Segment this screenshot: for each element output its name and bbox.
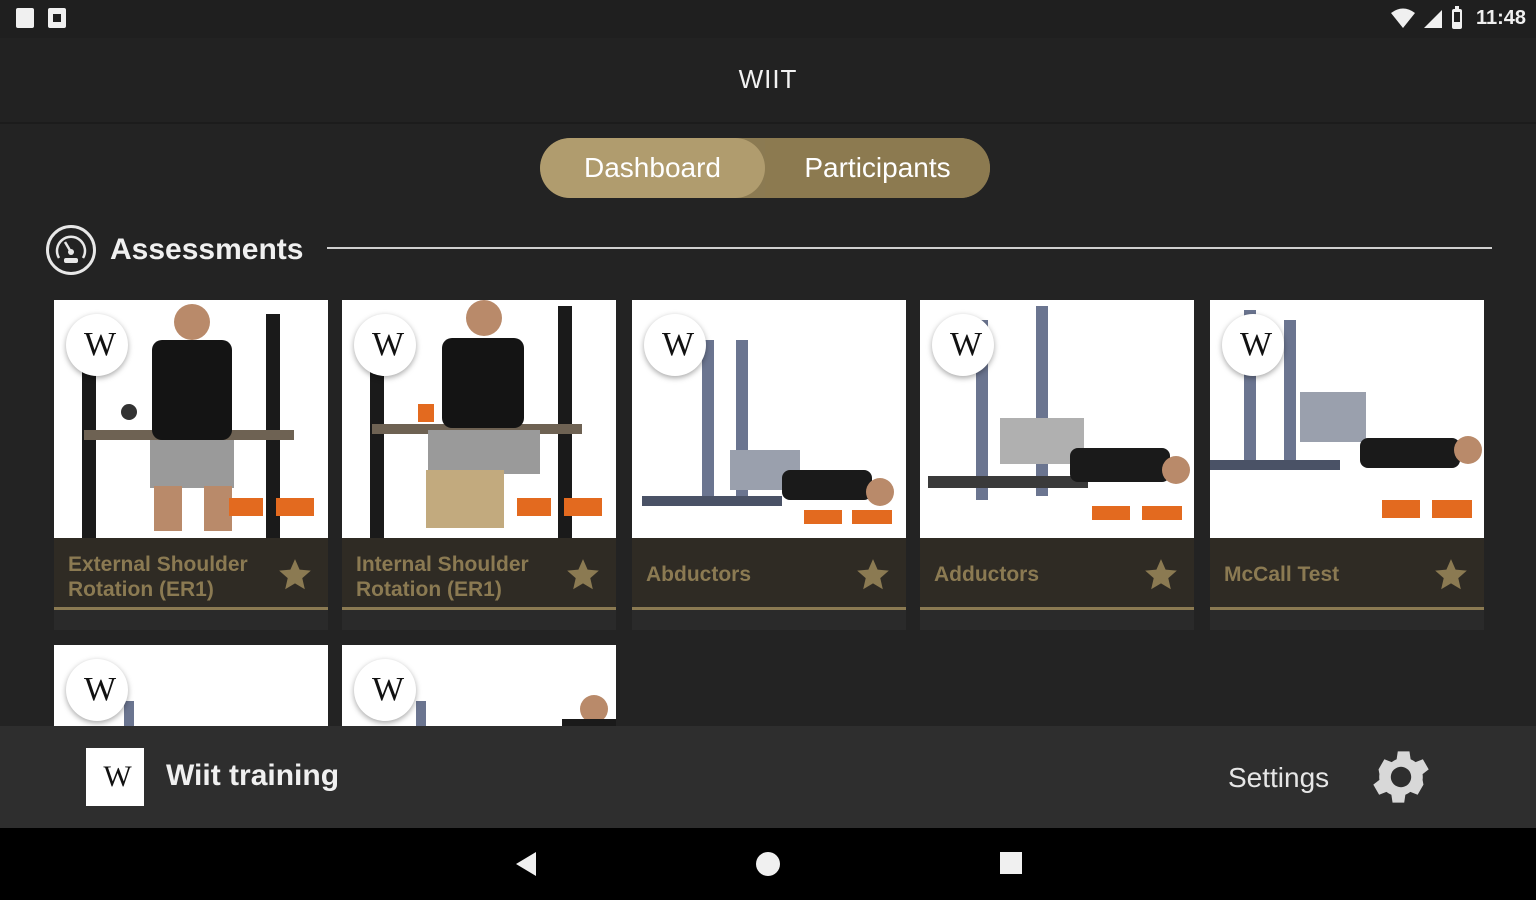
gauge-icon bbox=[46, 225, 96, 275]
dashboard-participants-toggle: Dashboard Participants bbox=[540, 138, 990, 198]
card-footer: External Shoulder Rotation (ER1) bbox=[54, 538, 328, 610]
assessment-card-row2-1[interactable]: W bbox=[54, 645, 328, 726]
card-title: McCall Test bbox=[1224, 563, 1340, 586]
assessment-image: W bbox=[920, 300, 1194, 538]
card-title: Internal Shoulder Rotation (ER1) bbox=[356, 553, 529, 601]
wiit-logo-badge: W bbox=[932, 314, 994, 376]
assessment-image: W bbox=[1210, 300, 1484, 538]
assessment-card-row2-2[interactable]: W bbox=[342, 645, 616, 726]
tab-participants[interactable]: Participants bbox=[765, 138, 990, 198]
section-divider bbox=[327, 247, 1492, 249]
assessment-card-mccall-test[interactable]: W McCall Test bbox=[1210, 300, 1484, 630]
sd-card-icon bbox=[16, 8, 34, 28]
signal-icon bbox=[1423, 10, 1442, 28]
favorite-star-icon[interactable] bbox=[854, 556, 892, 594]
wiit-logo-badge: W bbox=[66, 314, 128, 376]
assessments-header: Assessments bbox=[46, 222, 1492, 278]
card-footer: Adductors bbox=[920, 538, 1194, 610]
notification-icon bbox=[48, 8, 66, 28]
card-title: Abductors bbox=[646, 563, 751, 586]
home-icon[interactable] bbox=[754, 850, 782, 878]
wifi-icon bbox=[1390, 8, 1415, 28]
favorite-star-icon[interactable] bbox=[1432, 556, 1470, 594]
recents-icon[interactable] bbox=[998, 850, 1024, 876]
card-footer: Internal Shoulder Rotation (ER1) bbox=[342, 538, 616, 610]
wiit-logo-badge: W bbox=[1222, 314, 1284, 376]
back-icon[interactable] bbox=[512, 850, 540, 878]
gear-icon[interactable] bbox=[1366, 742, 1436, 812]
assessment-image: W bbox=[342, 300, 616, 538]
app-bar: WIIT bbox=[0, 38, 1536, 124]
card-title: External Shoulder Rotation (ER1) bbox=[68, 553, 248, 601]
section-title: Assessments bbox=[110, 233, 304, 266]
assessment-card-adductors[interactable]: W Adductors bbox=[920, 300, 1194, 630]
assessment-card-internal-shoulder-rotation[interactable]: W Internal Shoulder Rotation (ER1) bbox=[342, 300, 616, 630]
status-bar: 11:48 bbox=[0, 0, 1536, 38]
settings-label[interactable]: Settings bbox=[1228, 762, 1329, 794]
assessment-card-abductors[interactable]: W Abductors bbox=[632, 300, 906, 630]
card-footer: Abductors bbox=[632, 538, 906, 610]
wiit-logo: W bbox=[86, 748, 144, 806]
assessment-image: W bbox=[54, 300, 328, 538]
system-nav-bar bbox=[0, 828, 1536, 900]
tab-dashboard[interactable]: Dashboard bbox=[540, 138, 765, 198]
card-footer: McCall Test bbox=[1210, 538, 1484, 610]
battery-icon bbox=[1451, 6, 1462, 29]
assessment-card-external-shoulder-rotation[interactable]: W External Shoulder Rotation (ER1) bbox=[54, 300, 328, 630]
favorite-star-icon[interactable] bbox=[564, 556, 602, 594]
assessment-image: W bbox=[342, 645, 616, 726]
status-time: 11:48 bbox=[1475, 6, 1526, 29]
wiit-logo-badge: W bbox=[66, 659, 128, 721]
organization-name: Wiit training bbox=[166, 759, 340, 792]
bottom-bar: W Wiit training Settings bbox=[0, 726, 1536, 828]
wiit-logo-badge: W bbox=[354, 314, 416, 376]
wiit-logo-badge: W bbox=[644, 314, 706, 376]
favorite-star-icon[interactable] bbox=[1142, 556, 1180, 594]
assessment-image: W bbox=[54, 645, 328, 726]
card-title: Adductors bbox=[934, 563, 1039, 586]
favorite-star-icon[interactable] bbox=[276, 556, 314, 594]
assessment-image: W bbox=[632, 300, 906, 538]
app-title: WIIT bbox=[738, 64, 798, 94]
wiit-logo-badge: W bbox=[354, 659, 416, 721]
